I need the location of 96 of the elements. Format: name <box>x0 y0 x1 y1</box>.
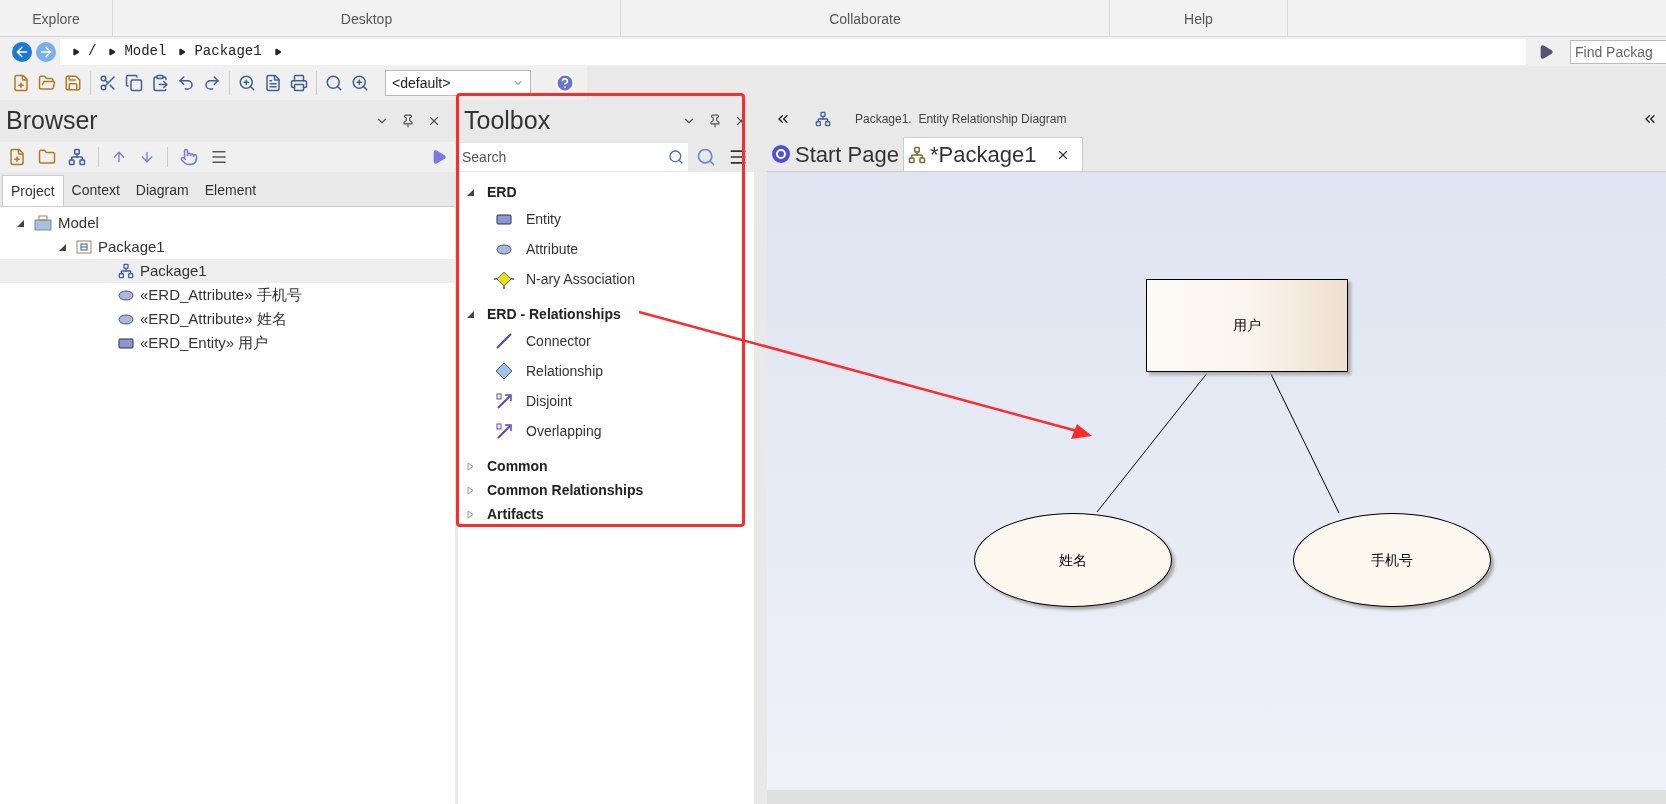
toolbox-item[interactable]: N-ary Association <box>466 264 754 294</box>
print-icon[interactable] <box>290 74 308 92</box>
toolbox-item[interactable]: Entity <box>466 204 754 234</box>
cut-icon[interactable] <box>99 74 117 92</box>
paste-icon[interactable] <box>151 74 169 92</box>
browser-tab[interactable]: Element <box>196 175 265 206</box>
undo-icon[interactable] <box>177 74 195 92</box>
toolbox-group[interactable]: Common Relationships <box>466 478 754 502</box>
tree-item[interactable]: Package1 <box>0 235 455 259</box>
caret-icon[interactable] <box>108 47 117 56</box>
start-page-icon <box>771 144 791 164</box>
redo-icon[interactable] <box>203 74 221 92</box>
expand-toggle-icon[interactable] <box>466 509 475 519</box>
help-icon[interactable] <box>555 73 575 93</box>
diagram-icon <box>907 145 926 164</box>
ribbon-group-label[interactable]: Explore <box>32 9 80 30</box>
ribbon-group-label[interactable]: Desktop <box>340 9 393 30</box>
expand-toggle-icon[interactable] <box>466 485 475 495</box>
search-icon[interactable] <box>696 147 716 167</box>
back-button[interactable] <box>12 41 32 62</box>
folder-icon[interactable] <box>38 148 56 166</box>
expand-toggle-icon[interactable] <box>466 461 475 471</box>
tree-item[interactable]: «ERD_Attribute» 姓名 <box>0 307 455 331</box>
ellipse-icon <box>118 289 134 301</box>
new-file-icon[interactable] <box>12 74 30 92</box>
toolbox-item[interactable]: Attribute <box>466 234 754 264</box>
view-select[interactable]: <default> <box>385 70 531 96</box>
open-folder-icon[interactable] <box>38 74 56 92</box>
browser-tab[interactable]: Project <box>2 175 64 206</box>
breadcrumb-item[interactable]: / <box>88 41 97 62</box>
ellipse-icon <box>496 243 512 255</box>
go-icon[interactable] <box>1538 43 1554 60</box>
expand-toggle-icon[interactable] <box>466 187 475 197</box>
save-icon[interactable] <box>64 74 82 92</box>
breadcrumb-item[interactable]: Model <box>124 41 167 62</box>
toolbox-item[interactable]: Connector <box>466 326 754 356</box>
zoom-icon[interactable] <box>238 74 256 92</box>
copy-icon[interactable] <box>125 74 143 92</box>
browser-tab[interactable]: Context <box>63 175 128 206</box>
expand-icon[interactable] <box>431 149 447 165</box>
find-package-field[interactable]: Find Packag <box>1570 39 1666 64</box>
toolbox-group[interactable]: Artifacts <box>466 502 754 526</box>
new-folder-icon[interactable] <box>8 148 26 166</box>
search-icon[interactable] <box>325 74 343 92</box>
arrow-icon <box>495 422 513 440</box>
arrow-icon <box>495 392 513 410</box>
toolbox-group[interactable]: ERD <box>466 180 754 204</box>
toolbox-group[interactable]: ERD - Relationships <box>466 302 754 326</box>
rectangle-icon <box>118 337 134 349</box>
line-icon <box>495 332 513 350</box>
model-icon <box>34 215 52 231</box>
diagram-icon <box>815 111 831 127</box>
pointer-icon[interactable] <box>180 148 198 166</box>
search-icon[interactable] <box>668 149 684 165</box>
caret-icon[interactable] <box>178 47 187 56</box>
panel-title: Browser <box>6 105 98 137</box>
move-up-icon[interactable] <box>111 149 127 165</box>
diamond-icon <box>494 269 514 289</box>
diagram-icon[interactable] <box>68 148 86 166</box>
toolbox-item[interactable]: Relationship <box>466 356 754 386</box>
pin-icon[interactable] <box>401 114 415 128</box>
page-icon[interactable] <box>264 74 282 92</box>
ribbon-group-label[interactable]: Help <box>1184 9 1213 30</box>
move-down-icon[interactable] <box>139 149 155 165</box>
toolbox-item[interactable]: Disjoint <box>466 386 754 416</box>
package-icon <box>76 240 92 254</box>
close-icon[interactable] <box>427 114 441 128</box>
diagram-title: Package1. Entity Relationship Diagram <box>855 111 1068 128</box>
menu-icon[interactable] <box>210 148 228 166</box>
document-tab[interactable]: Start Page <box>767 137 903 171</box>
expand-toggle-icon[interactable] <box>57 242 67 252</box>
expand-toggle-icon[interactable] <box>15 218 25 228</box>
entity-node: 用户 <box>1146 279 1348 372</box>
panel-title: Toolbox <box>464 105 551 137</box>
attribute-node: 姓名 <box>974 513 1172 607</box>
diamond-icon <box>495 362 513 380</box>
attribute-node: 手机号 <box>1293 513 1491 607</box>
diagram-icon <box>118 263 134 279</box>
scrollbar[interactable] <box>767 790 1666 804</box>
tree-item[interactable]: «ERD_Attribute» 手机号 <box>0 283 455 307</box>
pin-icon[interactable] <box>708 114 722 128</box>
document-tab[interactable]: *Package1 <box>902 137 1084 171</box>
zoom-icon[interactable] <box>351 74 369 92</box>
ribbon-group-label[interactable]: Collaborate <box>829 9 901 30</box>
ellipse-icon <box>118 313 134 325</box>
expand-toggle-icon[interactable] <box>466 309 475 319</box>
tree-item[interactable]: «ERD_Entity» 用户 <box>0 331 455 355</box>
caret-icon[interactable] <box>72 47 80 56</box>
toolbox-group[interactable]: Common <box>466 454 754 478</box>
browser-tab[interactable]: Diagram <box>127 175 197 206</box>
toolbox-item[interactable]: Overlapping <box>466 416 754 446</box>
breadcrumb-item[interactable]: Package1 <box>194 41 262 62</box>
caret-icon[interactable] <box>273 47 282 56</box>
rectangle-icon <box>496 213 512 225</box>
tree-item[interactable]: Package1 <box>0 259 455 283</box>
tree-item[interactable]: Model <box>0 211 455 235</box>
